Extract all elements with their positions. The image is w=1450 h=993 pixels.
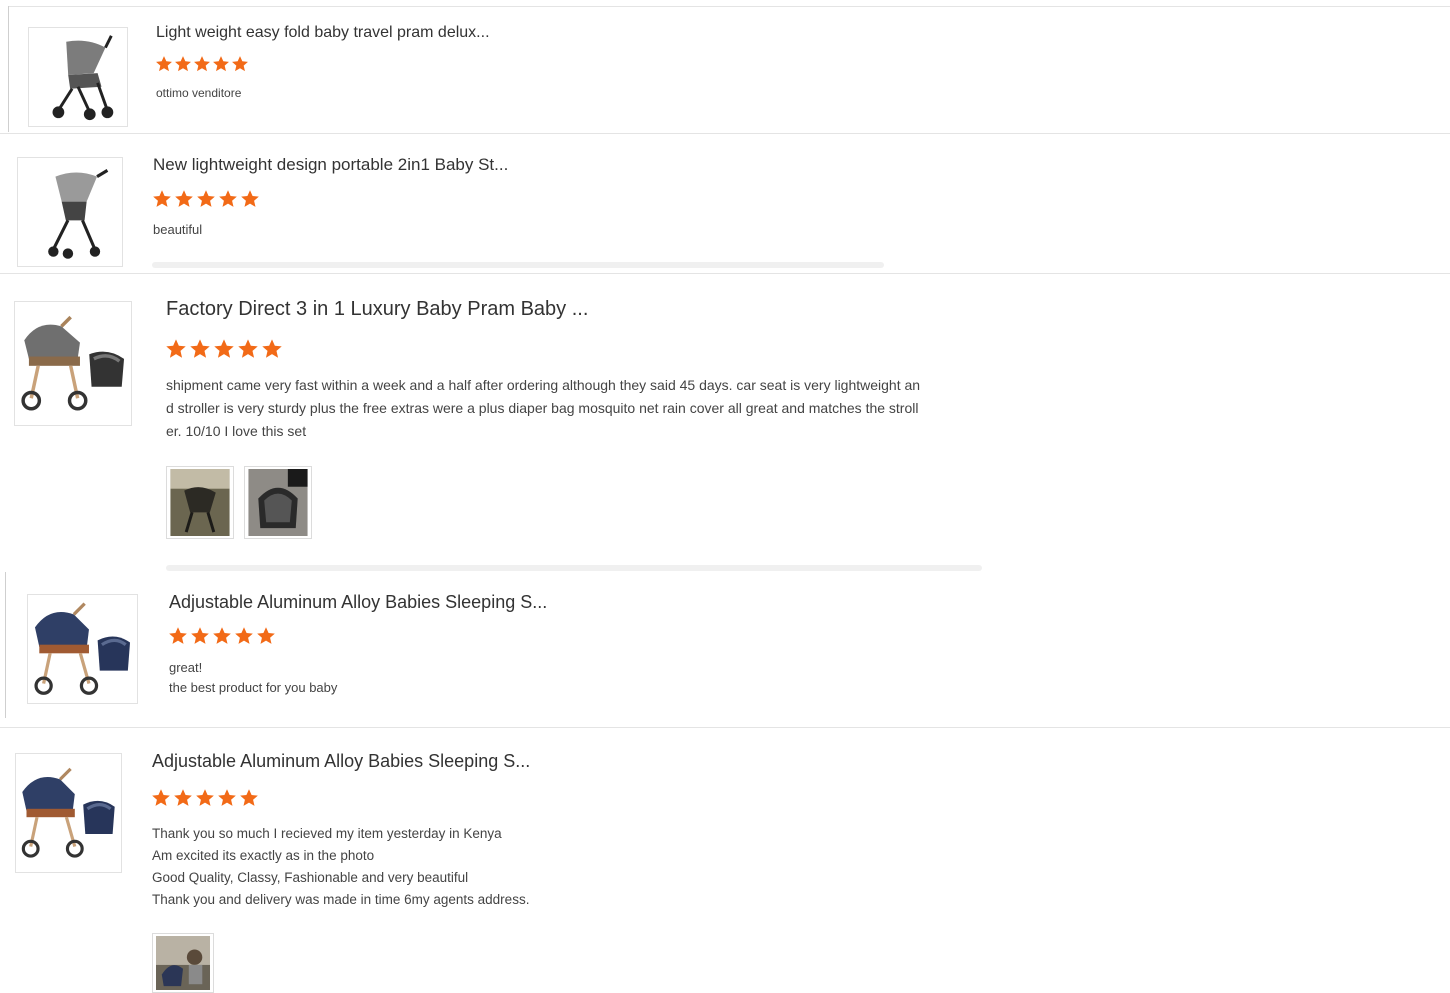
divider-top bbox=[8, 6, 1450, 7]
star-icon bbox=[168, 626, 188, 646]
star-icon bbox=[174, 55, 192, 73]
divider bbox=[0, 273, 1450, 274]
separator-bar bbox=[166, 565, 982, 571]
review-line: ottimo venditore bbox=[156, 86, 242, 100]
left-border bbox=[8, 6, 9, 132]
review-text: beautiful bbox=[153, 222, 202, 237]
star-rating bbox=[165, 338, 285, 360]
review-line: beautiful bbox=[153, 222, 203, 237]
customer-photo-delivery bbox=[156, 936, 210, 990]
product-image[interactable] bbox=[15, 753, 122, 873]
star-icon bbox=[155, 55, 173, 73]
grey-stroller-icon bbox=[18, 158, 122, 266]
star-icon bbox=[231, 55, 249, 73]
review-line: the best product for you baby bbox=[169, 680, 338, 695]
product-title[interactable]: Adjustable Aluminum Alloy Babies Sleepin… bbox=[152, 751, 530, 772]
review-line: er. 10/10 I love this set bbox=[166, 423, 307, 439]
review-text: shipment came very fast within a week an… bbox=[166, 374, 920, 443]
star-icon bbox=[195, 788, 215, 808]
customer-photo-stroller bbox=[170, 469, 230, 536]
product-image[interactable] bbox=[17, 157, 123, 267]
star-icon bbox=[174, 189, 194, 209]
star-rating bbox=[168, 626, 278, 646]
star-rating bbox=[151, 788, 261, 808]
review-line: shipment came very fast within a week an… bbox=[166, 377, 921, 393]
divider bbox=[0, 727, 1450, 728]
review-line: Am excited its exactly as in the photo bbox=[152, 848, 375, 863]
product-image[interactable] bbox=[27, 594, 138, 704]
star-icon bbox=[212, 626, 232, 646]
star-rating bbox=[152, 189, 262, 209]
star-icon bbox=[240, 189, 260, 209]
star-icon bbox=[256, 626, 276, 646]
star-icon bbox=[218, 189, 238, 209]
review-line: great! bbox=[169, 660, 203, 675]
pram-with-carseat-icon bbox=[15, 302, 131, 425]
product-title[interactable]: Light weight easy fold baby travel pram … bbox=[156, 24, 490, 42]
review-line: Thank you so much I recieved my item yes… bbox=[152, 826, 502, 841]
star-icon bbox=[151, 788, 171, 808]
star-icon bbox=[217, 788, 237, 808]
review-photo[interactable] bbox=[244, 466, 312, 539]
review-photo[interactable] bbox=[152, 933, 214, 993]
review-text: great! the best product for you baby bbox=[169, 658, 337, 698]
review-line: Thank you and delivery was made in time … bbox=[152, 892, 530, 907]
review-text: Thank you so much I recieved my item yes… bbox=[152, 823, 529, 911]
left-border bbox=[5, 572, 6, 718]
product-image[interactable] bbox=[28, 27, 128, 127]
review-text: ottimo venditore bbox=[156, 86, 241, 100]
star-icon bbox=[165, 338, 187, 360]
customer-photo-carseat bbox=[248, 469, 308, 536]
star-icon bbox=[212, 55, 230, 73]
product-title[interactable]: Factory Direct 3 in 1 Luxury Baby Pram B… bbox=[166, 298, 588, 321]
star-icon bbox=[152, 189, 172, 209]
review-line: d stroller is very sturdy plus the free … bbox=[166, 400, 919, 416]
product-image[interactable] bbox=[14, 301, 132, 426]
review-line: Good Quality, Classy, Fashionable and ve… bbox=[152, 870, 469, 885]
star-icon bbox=[234, 626, 254, 646]
star-icon bbox=[189, 338, 211, 360]
star-icon bbox=[237, 338, 259, 360]
star-icon bbox=[261, 338, 283, 360]
star-icon bbox=[196, 189, 216, 209]
navy-pram-with-carseat-icon bbox=[16, 754, 121, 872]
grey-stroller-icon bbox=[29, 28, 127, 126]
star-icon bbox=[173, 788, 193, 808]
star-icon bbox=[190, 626, 210, 646]
separator-bar bbox=[152, 262, 884, 268]
review-photo[interactable] bbox=[166, 466, 234, 539]
divider bbox=[0, 133, 1450, 134]
navy-pram-with-carseat-icon bbox=[28, 595, 137, 703]
star-rating bbox=[155, 55, 250, 73]
star-icon bbox=[193, 55, 211, 73]
star-icon bbox=[239, 788, 259, 808]
star-icon bbox=[213, 338, 235, 360]
product-title[interactable]: Adjustable Aluminum Alloy Babies Sleepin… bbox=[169, 592, 547, 613]
product-title[interactable]: New lightweight design portable 2in1 Bab… bbox=[153, 155, 508, 175]
